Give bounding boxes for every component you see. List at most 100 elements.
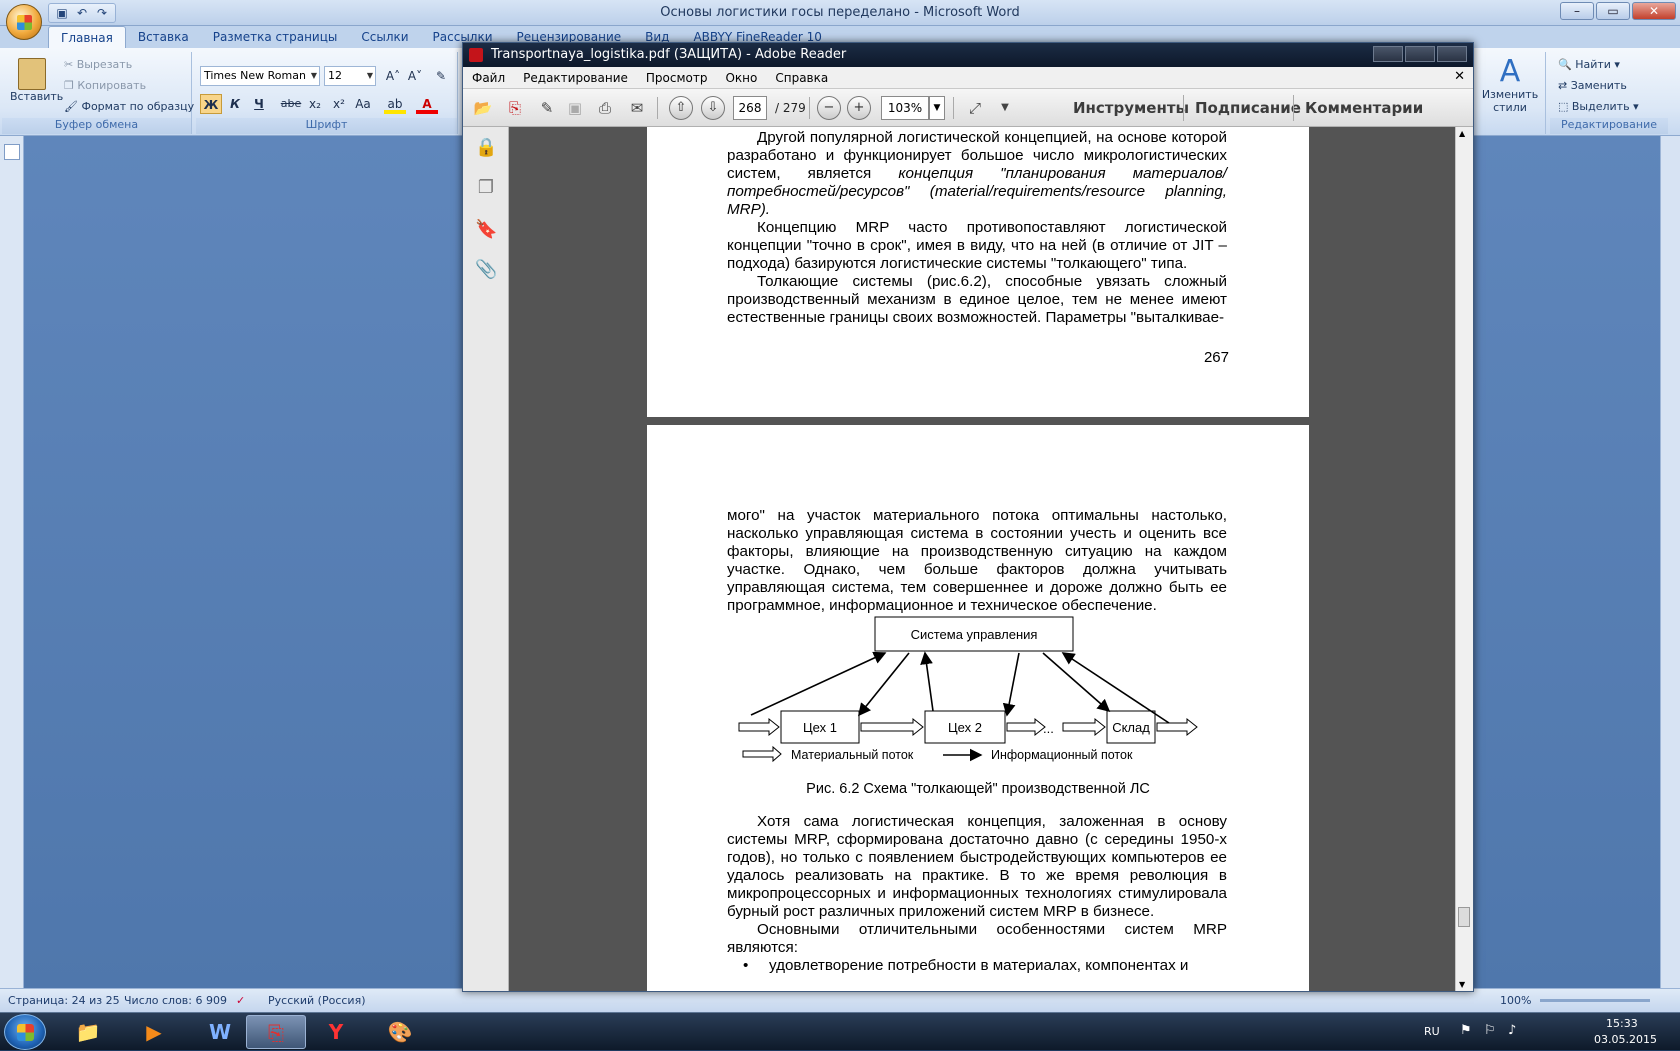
- language-status[interactable]: Русский (Россия): [268, 994, 366, 1007]
- tab-home[interactable]: Главная: [48, 26, 126, 48]
- adobe-taskbar-icon[interactable]: ⎘: [246, 1015, 306, 1049]
- zoom-out-icon[interactable]: −: [817, 96, 841, 120]
- zoom-input[interactable]: 103%: [881, 96, 929, 120]
- tab-insert[interactable]: Вставка: [126, 26, 201, 48]
- scroll-up-icon[interactable]: ▲: [1459, 129, 1465, 138]
- page-number-input[interactable]: 268: [733, 96, 767, 120]
- subscript-button[interactable]: x₂: [304, 94, 326, 114]
- zoom-in-icon[interactable]: +: [847, 96, 871, 120]
- fit-page-icon[interactable]: ⤢: [963, 97, 987, 119]
- menu-view[interactable]: Просмотр: [637, 71, 717, 85]
- paint-icon[interactable]: 🎨: [370, 1015, 430, 1049]
- open-icon[interactable]: 📂: [471, 97, 495, 119]
- font-color-icon[interactable]: A: [416, 94, 438, 114]
- tab-references[interactable]: Ссылки: [349, 26, 420, 48]
- clock-time[interactable]: 15:33: [1606, 1017, 1638, 1030]
- superscript-button[interactable]: x²: [328, 94, 350, 114]
- clear-format-icon[interactable]: ✎: [430, 66, 452, 86]
- print-icon[interactable]: ⎙: [593, 97, 617, 119]
- flag-icon[interactable]: ⚐: [1484, 1023, 1496, 1038]
- toolbar-more-icon[interactable]: ▼: [993, 97, 1017, 119]
- previous-page-icon[interactable]: ⇧: [669, 96, 693, 120]
- scroll-thumb[interactable]: [1458, 907, 1470, 927]
- maximize-button[interactable]: ▭: [1596, 2, 1630, 20]
- navigation-pane: 🔒 ❐ 🔖 📎: [463, 127, 509, 991]
- redo-icon[interactable]: ↷: [93, 4, 111, 22]
- explorer-icon[interactable]: 📁: [58, 1015, 118, 1049]
- tab-page-layout[interactable]: Разметка страницы: [201, 26, 350, 48]
- underline-button[interactable]: Ч: [248, 94, 270, 114]
- save-icon[interactable]: ▣: [53, 4, 71, 22]
- tab-selector[interactable]: [4, 144, 20, 160]
- bold-button[interactable]: Ж: [200, 94, 222, 114]
- page-count-status[interactable]: Страница: 24 из 25: [8, 994, 120, 1007]
- pdf-page: мого" на участок материального потока оп…: [647, 425, 1309, 991]
- menu-file[interactable]: Файл: [463, 71, 514, 85]
- document-viewport[interactable]: Другой популярной логистической концепци…: [509, 127, 1455, 991]
- dots-label: ...: [1043, 721, 1054, 736]
- close-button[interactable]: ✕: [1632, 2, 1676, 20]
- word-vertical-scrollbar[interactable]: [1660, 136, 1680, 988]
- attachment-icon[interactable]: 📎: [475, 259, 497, 283]
- cut-button[interactable]: ✂ Вырезать: [64, 58, 132, 71]
- strikethrough-button[interactable]: abe: [280, 94, 302, 114]
- pdf-icon: [469, 48, 483, 62]
- bullet-item: • удовлетворение потребности в материалах…: [743, 957, 1189, 974]
- change-styles-button[interactable]: A Изменить стили: [1480, 56, 1540, 115]
- word-taskbar-icon[interactable]: W: [190, 1015, 250, 1049]
- menu-window[interactable]: Окно: [716, 71, 766, 85]
- zoom-level[interactable]: 100%: [1500, 994, 1531, 1007]
- menu-edit[interactable]: Редактирование: [514, 71, 637, 85]
- grow-font-icon[interactable]: A˄: [382, 66, 404, 86]
- minimize-button[interactable]: –: [1560, 2, 1594, 20]
- highlight-icon[interactable]: ab: [384, 94, 406, 114]
- font-size-select[interactable]: 12 ▼: [324, 66, 376, 86]
- media-player-icon[interactable]: ▶: [124, 1015, 184, 1049]
- close-document-icon[interactable]: ✕: [1454, 69, 1465, 84]
- adobe-minimize-button[interactable]: [1373, 46, 1403, 62]
- pdf-page: Другой популярной логистической концепци…: [647, 127, 1309, 417]
- email-icon[interactable]: ✉: [625, 97, 649, 119]
- select-button[interactable]: ⬚ Выделить ▾: [1558, 100, 1639, 113]
- edit-icon[interactable]: ✎: [535, 97, 559, 119]
- clock-date[interactable]: 03.05.2015: [1594, 1033, 1657, 1046]
- adobe-close-button[interactable]: [1437, 46, 1467, 62]
- shrink-font-icon[interactable]: A˅: [404, 66, 426, 86]
- start-button[interactable]: [4, 1014, 46, 1050]
- font-family-select[interactable]: Times New Roman ▼: [200, 66, 320, 86]
- next-page-icon[interactable]: ⇩: [701, 96, 725, 120]
- create-pdf-icon[interactable]: ⎘: [503, 97, 527, 119]
- italic-button[interactable]: К: [224, 94, 246, 114]
- spellcheck-icon[interactable]: ✓: [236, 994, 245, 1007]
- pages-icon[interactable]: ❐: [475, 177, 497, 201]
- find-button[interactable]: 🔍 Найти ▾: [1558, 58, 1620, 71]
- comments-link[interactable]: Комментарии: [1305, 99, 1423, 117]
- bookmark-icon[interactable]: 🔖: [475, 219, 497, 243]
- paste-button[interactable]: Вставить: [10, 58, 63, 118]
- toolbar-separator: [1183, 95, 1184, 121]
- scroll-down-icon[interactable]: ▼: [1459, 980, 1465, 989]
- copy-button[interactable]: ❐ Копировать: [64, 79, 146, 92]
- sign-link[interactable]: Подписание: [1195, 99, 1301, 117]
- volume-icon[interactable]: ♪: [1508, 1023, 1516, 1038]
- info-flow-legend: Информационный поток: [991, 748, 1133, 762]
- undo-icon[interactable]: ↶: [73, 4, 91, 22]
- page-text: мого" на участок материального потока оп…: [727, 507, 1227, 615]
- zoom-slider[interactable]: [1540, 999, 1650, 1002]
- format-painter-button[interactable]: 🖌 Формат по образцу: [64, 100, 194, 113]
- replace-button[interactable]: ⇄ Заменить: [1558, 79, 1627, 92]
- adobe-vertical-scrollbar[interactable]: ▲ ▼: [1455, 127, 1473, 991]
- network-icon[interactable]: ⚑: [1460, 1023, 1472, 1038]
- language-indicator[interactable]: RU: [1424, 1025, 1440, 1038]
- office-button[interactable]: [6, 4, 42, 40]
- adobe-maximize-button[interactable]: [1405, 46, 1435, 62]
- change-case-button[interactable]: Aa: [352, 94, 374, 114]
- word-count-status[interactable]: Число слов: 6 909: [124, 994, 227, 1007]
- yandex-browser-icon[interactable]: Y: [306, 1015, 366, 1049]
- paragraph: Другой популярной логистической концепци…: [727, 129, 1227, 218]
- lock-icon[interactable]: 🔒: [475, 137, 497, 161]
- menu-help[interactable]: Справка: [766, 71, 837, 85]
- tools-link[interactable]: Инструменты: [1073, 99, 1189, 117]
- save-icon[interactable]: ▣: [563, 97, 587, 119]
- zoom-dropdown-icon[interactable]: ▼: [929, 96, 945, 120]
